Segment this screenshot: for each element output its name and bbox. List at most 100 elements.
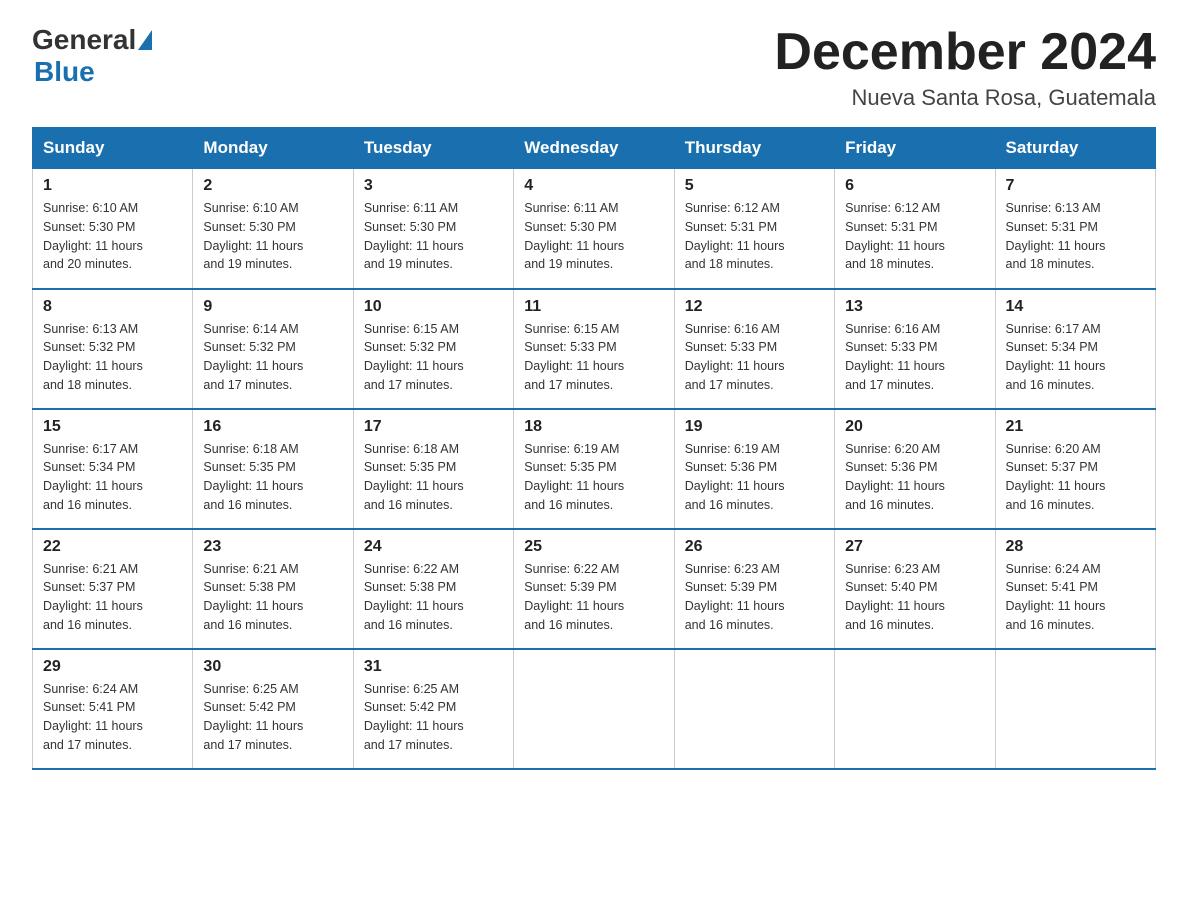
day-number: 8 [43,298,182,316]
day-number: 13 [845,298,984,316]
day-info: Sunrise: 6:17 AMSunset: 5:34 PMDaylight:… [43,442,143,512]
day-number: 3 [364,177,503,195]
calendar-cell: 2 Sunrise: 6:10 AMSunset: 5:30 PMDayligh… [193,169,353,289]
day-number: 22 [43,538,182,556]
calendar-cell: 24 Sunrise: 6:22 AMSunset: 5:38 PMDaylig… [353,529,513,649]
day-number: 2 [203,177,342,195]
calendar-cell: 12 Sunrise: 6:16 AMSunset: 5:33 PMDaylig… [674,289,834,409]
calendar-cell: 25 Sunrise: 6:22 AMSunset: 5:39 PMDaylig… [514,529,674,649]
calendar-cell: 31 Sunrise: 6:25 AMSunset: 5:42 PMDaylig… [353,649,513,769]
day-number: 25 [524,538,663,556]
day-info: Sunrise: 6:21 AMSunset: 5:38 PMDaylight:… [203,562,303,632]
day-info: Sunrise: 6:25 AMSunset: 5:42 PMDaylight:… [364,682,464,752]
calendar-cell: 13 Sunrise: 6:16 AMSunset: 5:33 PMDaylig… [835,289,995,409]
day-number: 23 [203,538,342,556]
calendar-cell: 30 Sunrise: 6:25 AMSunset: 5:42 PMDaylig… [193,649,353,769]
calendar-cell [995,649,1155,769]
day-info: Sunrise: 6:12 AMSunset: 5:31 PMDaylight:… [685,201,785,271]
day-number: 24 [364,538,503,556]
calendar-cell: 29 Sunrise: 6:24 AMSunset: 5:41 PMDaylig… [33,649,193,769]
day-number: 30 [203,658,342,676]
day-number: 20 [845,418,984,436]
calendar-cell: 22 Sunrise: 6:21 AMSunset: 5:37 PMDaylig… [33,529,193,649]
day-info: Sunrise: 6:23 AMSunset: 5:40 PMDaylight:… [845,562,945,632]
day-info: Sunrise: 6:20 AMSunset: 5:37 PMDaylight:… [1006,442,1106,512]
calendar-cell: 15 Sunrise: 6:17 AMSunset: 5:34 PMDaylig… [33,409,193,529]
calendar-week-row: 22 Sunrise: 6:21 AMSunset: 5:37 PMDaylig… [33,529,1156,649]
day-number: 27 [845,538,984,556]
calendar-cell: 17 Sunrise: 6:18 AMSunset: 5:35 PMDaylig… [353,409,513,529]
day-info: Sunrise: 6:15 AMSunset: 5:33 PMDaylight:… [524,322,624,392]
day-info: Sunrise: 6:22 AMSunset: 5:38 PMDaylight:… [364,562,464,632]
day-number: 10 [364,298,503,316]
calendar-cell: 5 Sunrise: 6:12 AMSunset: 5:31 PMDayligh… [674,169,834,289]
calendar-week-row: 1 Sunrise: 6:10 AMSunset: 5:30 PMDayligh… [33,169,1156,289]
calendar-cell [835,649,995,769]
day-info: Sunrise: 6:18 AMSunset: 5:35 PMDaylight:… [203,442,303,512]
calendar-cell: 7 Sunrise: 6:13 AMSunset: 5:31 PMDayligh… [995,169,1155,289]
day-info: Sunrise: 6:14 AMSunset: 5:32 PMDaylight:… [203,322,303,392]
day-info: Sunrise: 6:13 AMSunset: 5:32 PMDaylight:… [43,322,143,392]
header-saturday: Saturday [995,128,1155,169]
day-info: Sunrise: 6:13 AMSunset: 5:31 PMDaylight:… [1006,201,1106,271]
day-info: Sunrise: 6:21 AMSunset: 5:37 PMDaylight:… [43,562,143,632]
calendar-cell: 19 Sunrise: 6:19 AMSunset: 5:36 PMDaylig… [674,409,834,529]
calendar-cell: 28 Sunrise: 6:24 AMSunset: 5:41 PMDaylig… [995,529,1155,649]
day-number: 6 [845,177,984,195]
day-info: Sunrise: 6:22 AMSunset: 5:39 PMDaylight:… [524,562,624,632]
day-info: Sunrise: 6:19 AMSunset: 5:35 PMDaylight:… [524,442,624,512]
day-info: Sunrise: 6:10 AMSunset: 5:30 PMDaylight:… [203,201,303,271]
day-number: 29 [43,658,182,676]
day-info: Sunrise: 6:11 AMSunset: 5:30 PMDaylight:… [524,201,624,271]
calendar-cell: 26 Sunrise: 6:23 AMSunset: 5:39 PMDaylig… [674,529,834,649]
logo-triangle-icon [138,30,152,50]
calendar-table: SundayMondayTuesdayWednesdayThursdayFrid… [32,127,1156,770]
day-info: Sunrise: 6:17 AMSunset: 5:34 PMDaylight:… [1006,322,1106,392]
day-info: Sunrise: 6:16 AMSunset: 5:33 PMDaylight:… [685,322,785,392]
calendar-cell: 10 Sunrise: 6:15 AMSunset: 5:32 PMDaylig… [353,289,513,409]
location-subtitle: Nueva Santa Rosa, Guatemala [774,85,1156,111]
day-info: Sunrise: 6:23 AMSunset: 5:39 PMDaylight:… [685,562,785,632]
day-number: 12 [685,298,824,316]
day-info: Sunrise: 6:24 AMSunset: 5:41 PMDaylight:… [1006,562,1106,632]
calendar-cell: 14 Sunrise: 6:17 AMSunset: 5:34 PMDaylig… [995,289,1155,409]
calendar-cell: 9 Sunrise: 6:14 AMSunset: 5:32 PMDayligh… [193,289,353,409]
day-info: Sunrise: 6:11 AMSunset: 5:30 PMDaylight:… [364,201,464,271]
title-block: December 2024 Nueva Santa Rosa, Guatemal… [774,24,1156,111]
day-number: 11 [524,298,663,316]
day-number: 7 [1006,177,1145,195]
header-monday: Monday [193,128,353,169]
calendar-week-row: 15 Sunrise: 6:17 AMSunset: 5:34 PMDaylig… [33,409,1156,529]
day-number: 19 [685,418,824,436]
day-number: 14 [1006,298,1145,316]
day-number: 9 [203,298,342,316]
calendar-cell: 27 Sunrise: 6:23 AMSunset: 5:40 PMDaylig… [835,529,995,649]
day-number: 5 [685,177,824,195]
calendar-cell: 3 Sunrise: 6:11 AMSunset: 5:30 PMDayligh… [353,169,513,289]
calendar-cell: 18 Sunrise: 6:19 AMSunset: 5:35 PMDaylig… [514,409,674,529]
day-number: 31 [364,658,503,676]
day-info: Sunrise: 6:20 AMSunset: 5:36 PMDaylight:… [845,442,945,512]
page-header: General Blue December 2024 Nueva Santa R… [32,24,1156,111]
day-info: Sunrise: 6:19 AMSunset: 5:36 PMDaylight:… [685,442,785,512]
day-info: Sunrise: 6:16 AMSunset: 5:33 PMDaylight:… [845,322,945,392]
day-number: 17 [364,418,503,436]
calendar-cell: 4 Sunrise: 6:11 AMSunset: 5:30 PMDayligh… [514,169,674,289]
day-number: 18 [524,418,663,436]
calendar-cell: 23 Sunrise: 6:21 AMSunset: 5:38 PMDaylig… [193,529,353,649]
calendar-cell [514,649,674,769]
calendar-header-row: SundayMondayTuesdayWednesdayThursdayFrid… [33,128,1156,169]
header-sunday: Sunday [33,128,193,169]
header-thursday: Thursday [674,128,834,169]
calendar-week-row: 29 Sunrise: 6:24 AMSunset: 5:41 PMDaylig… [33,649,1156,769]
day-number: 4 [524,177,663,195]
day-number: 21 [1006,418,1145,436]
month-title: December 2024 [774,24,1156,81]
calendar-week-row: 8 Sunrise: 6:13 AMSunset: 5:32 PMDayligh… [33,289,1156,409]
day-number: 1 [43,177,182,195]
day-info: Sunrise: 6:18 AMSunset: 5:35 PMDaylight:… [364,442,464,512]
day-info: Sunrise: 6:15 AMSunset: 5:32 PMDaylight:… [364,322,464,392]
logo-general-text: General [32,24,136,56]
calendar-cell: 8 Sunrise: 6:13 AMSunset: 5:32 PMDayligh… [33,289,193,409]
header-tuesday: Tuesday [353,128,513,169]
